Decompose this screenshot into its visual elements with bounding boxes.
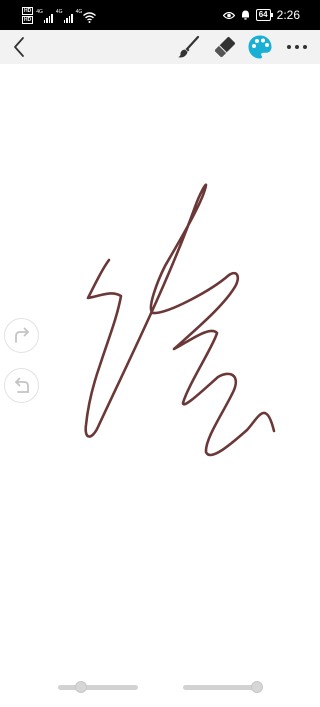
signal-bars-icon <box>43 13 53 23</box>
signal-1: 4G <box>36 9 53 23</box>
redo-icon <box>14 327 29 343</box>
hd-indicator-1: HD <box>22 7 34 15</box>
drawing-screen: HD HD 4G 4G 4G 64 2:26 <box>0 0 320 707</box>
palette-button[interactable] <box>245 30 275 64</box>
undo-icon <box>14 377 29 393</box>
status-time: 2:26 <box>276 8 300 22</box>
drawn-stroke <box>84 183 276 457</box>
opacity-slider[interactable] <box>183 681 263 693</box>
signal-3: 4G <box>76 9 97 23</box>
hd-indicator-2: HD <box>22 16 34 24</box>
opacity-thumb[interactable] <box>251 681 263 693</box>
more-options-button[interactable] <box>280 30 314 64</box>
signal-bars-icon <box>63 13 73 23</box>
status-left: HD HD 4G 4G 4G <box>22 7 97 24</box>
hd-indicators: HD HD <box>22 7 34 24</box>
eraser-icon <box>215 37 235 57</box>
status-bar: HD HD 4G 4G 4G 64 2:26 <box>0 0 320 30</box>
alarm-icon <box>241 10 249 20</box>
brush-size-slider[interactable] <box>58 681 138 693</box>
eraser-button[interactable] <box>210 30 240 64</box>
palette-icon <box>248 35 272 59</box>
drawing-toolbar <box>0 30 320 64</box>
wifi-icon <box>83 11 97 23</box>
chevron-left-icon <box>14 37 24 57</box>
brush-size-thumb[interactable] <box>75 681 87 693</box>
drawing-canvas[interactable] <box>0 64 320 707</box>
brush-size-track <box>58 685 138 690</box>
eye-icon <box>222 11 235 19</box>
brush-icon <box>178 35 200 58</box>
brush-button[interactable] <box>174 30 204 64</box>
status-right: 64 2:26 <box>222 8 300 22</box>
redo-button[interactable] <box>4 318 39 353</box>
signal-2: 4G <box>56 9 73 23</box>
more-horizontal-icon <box>287 45 307 49</box>
battery-indicator: 64 <box>255 9 273 21</box>
undo-button[interactable] <box>4 368 39 403</box>
back-button[interactable] <box>6 30 32 64</box>
